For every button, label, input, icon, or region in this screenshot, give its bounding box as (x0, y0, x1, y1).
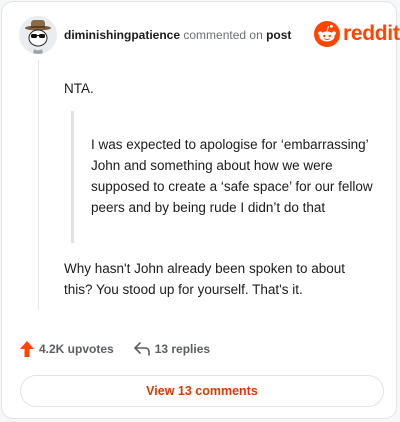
reddit-snoo-icon (314, 21, 340, 47)
view-comments-button[interactable]: View 13 comments (20, 375, 384, 407)
user-avatar[interactable] (19, 16, 57, 54)
avatar-icon (19, 16, 57, 54)
blockquote: I was expected to apologise for ‘embarra… (91, 137, 373, 215)
replies-button[interactable]: 13 replies (133, 342, 211, 356)
reply-arrow-icon (133, 342, 150, 356)
reddit-wordmark: reddit (343, 22, 400, 45)
upvote-button[interactable]: 4.2K upvotes (20, 341, 114, 357)
thread-line (38, 60, 39, 310)
reddit-logo[interactable]: reddit (314, 21, 400, 47)
comment-paragraph-2: Why hasn't John already been spoken to a… (64, 261, 346, 297)
comment-card: diminishingpatience commented on post re… (1, 1, 400, 419)
quote-bar (71, 111, 74, 243)
username-link[interactable]: diminishingpatience (64, 28, 180, 42)
replies-count: 13 replies (154, 342, 211, 356)
post-link[interactable]: post (266, 28, 291, 42)
comment-paragraph-1: NTA. (64, 81, 94, 96)
comment-actions: 4.2K upvotes 13 replies (20, 341, 210, 357)
action-verb: commented on (183, 28, 263, 42)
upvote-arrow-icon (20, 341, 34, 357)
comment-header: diminishingpatience commented on post (64, 28, 291, 42)
upvote-count: 4.2K upvotes (39, 342, 114, 356)
